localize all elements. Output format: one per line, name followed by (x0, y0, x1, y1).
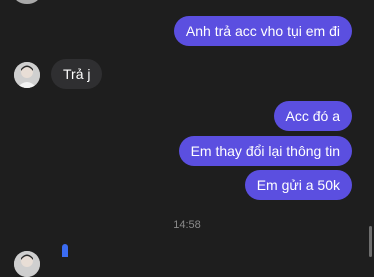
avatar-photo-icon (14, 62, 40, 88)
outgoing-message-bubble[interactable]: Acc đó a (273, 101, 352, 131)
avatar[interactable] (14, 0, 40, 4)
contact-avatar[interactable] (14, 251, 40, 277)
message-timestamp: 14:58 (173, 219, 201, 231)
contact-avatar[interactable] (14, 62, 40, 88)
avatar-photo-icon (14, 251, 40, 277)
outgoing-message-bubble[interactable]: Em gửi a 50k (244, 170, 352, 200)
outgoing-message-bubble[interactable]: Em thay đổi lại thông tin (178, 136, 352, 166)
incoming-message-bubble[interactable]: Trả j (51, 59, 103, 89)
scrollbar[interactable] (369, 226, 372, 257)
typing-indicator-icon (62, 244, 68, 257)
outgoing-message-bubble[interactable]: Anh trả acc vho tụi em đi (173, 16, 352, 46)
chat-thread: Anh trả acc vho tụi em đi Trả j Acc đó a… (0, 0, 374, 277)
